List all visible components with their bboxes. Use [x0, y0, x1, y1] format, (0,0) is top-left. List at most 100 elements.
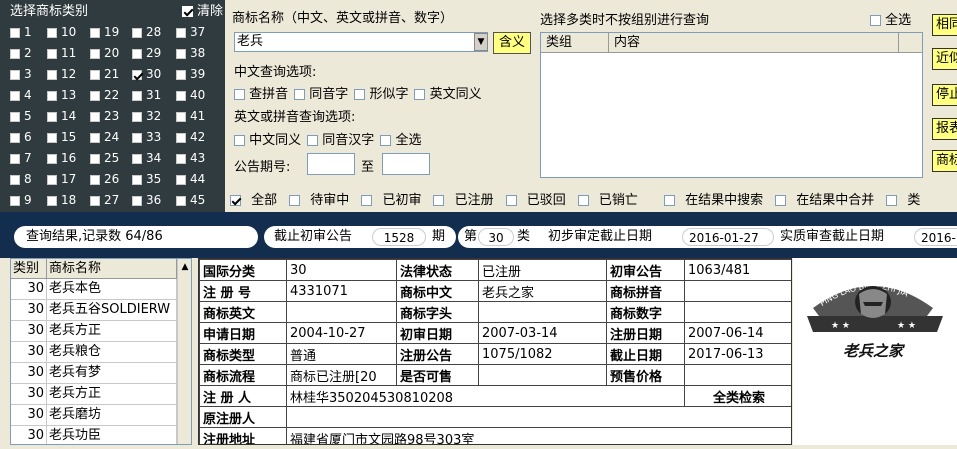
class-check-icon[interactable]	[132, 132, 142, 143]
class-check-icon[interactable]	[47, 174, 57, 185]
class-checkbox[interactable]: 31	[132, 85, 172, 106]
class-check-icon[interactable]	[47, 27, 57, 38]
class-checkbox[interactable]: 3	[10, 64, 50, 85]
class-check-icon[interactable]	[176, 153, 186, 164]
clear-checkbox[interactable]: 清除	[181, 0, 223, 19]
cn-option[interactable]: 英文同义	[414, 87, 482, 102]
class-check-icon[interactable]	[47, 90, 57, 101]
filter-check-icon[interactable]	[230, 195, 241, 206]
class-checkbox[interactable]: 12	[47, 64, 87, 85]
class-check-icon[interactable]	[132, 69, 142, 80]
filter-check-icon[interactable]	[433, 195, 445, 206]
class-checkbox[interactable]: 22	[90, 85, 130, 106]
class-check-icon[interactable]	[10, 132, 20, 143]
multi-list[interactable]: 类组 内容	[540, 32, 923, 178]
cn-check-icon[interactable]	[354, 89, 366, 100]
right-action-button[interactable]: 停止	[932, 84, 957, 106]
class-check-icon[interactable]	[132, 27, 142, 38]
class-checkbox[interactable]: 11	[47, 43, 87, 64]
period-from-input[interactable]	[307, 153, 355, 175]
class-checkbox[interactable]: 14	[47, 106, 87, 127]
cn-option[interactable]: 同音字	[294, 87, 348, 102]
meaning-button[interactable]: 含义	[493, 32, 531, 54]
status-filter[interactable]: 在结果中合并	[775, 193, 880, 208]
list-item[interactable]: 30 老兵五谷SOLDIERW	[11, 300, 191, 321]
class-checkbox[interactable]: 17	[47, 169, 87, 190]
class-checkbox[interactable]: 32	[132, 106, 172, 127]
class-check-icon[interactable]	[10, 90, 20, 101]
col-name[interactable]: 商标名称	[47, 259, 177, 278]
filter-check-icon[interactable]	[361, 195, 373, 206]
class-check-icon[interactable]	[176, 111, 186, 122]
cn-check-icon[interactable]	[414, 89, 426, 100]
class-checkbox[interactable]: 43	[176, 148, 216, 169]
class-check-icon[interactable]	[90, 195, 100, 206]
class-check-icon[interactable]	[10, 48, 20, 59]
clear-check-icon[interactable]	[181, 6, 193, 17]
all-class-search-button[interactable]: 全类检索	[684, 385, 791, 407]
class-checkbox[interactable]: 16	[47, 148, 87, 169]
class-check-icon[interactable]	[132, 195, 142, 206]
class-checkbox[interactable]: 6	[10, 127, 50, 148]
class-checkbox[interactable]: 20	[90, 43, 130, 64]
list-item[interactable]: 30 老兵方正	[11, 321, 191, 342]
right-action-button[interactable]: 相同	[932, 14, 957, 36]
class-check-icon[interactable]	[90, 132, 100, 143]
class-checkbox[interactable]: 33	[132, 127, 172, 148]
class-check-icon[interactable]	[176, 195, 186, 206]
status-filter[interactable]: 已初审	[361, 193, 427, 208]
list-item[interactable]: 30 老兵粮仓	[11, 342, 191, 363]
class-checkbox[interactable]: 42	[176, 127, 216, 148]
class-check-icon[interactable]	[10, 195, 20, 206]
class-check-icon[interactable]	[47, 69, 57, 80]
class-check-icon[interactable]	[90, 48, 100, 59]
class-check-icon[interactable]	[47, 132, 57, 143]
status-filter[interactable]: 已销亡	[577, 193, 644, 208]
list-item[interactable]: 30 老兵有梦	[11, 363, 191, 384]
class-check-icon[interactable]	[176, 48, 186, 59]
class-checkbox[interactable]: 7	[10, 148, 50, 169]
status-filter[interactable]: 已驳回	[505, 193, 572, 208]
class-check-icon[interactable]	[90, 111, 100, 122]
class-checkbox[interactable]: 9	[10, 190, 50, 211]
class-checkbox[interactable]: 40	[176, 85, 216, 106]
list-item[interactable]: 30 老兵方正	[11, 384, 191, 405]
filter-check-icon[interactable]	[289, 195, 301, 206]
scroll-up-icon[interactable]: ▲	[178, 259, 191, 275]
class-check-icon[interactable]	[176, 90, 186, 101]
class-check-icon[interactable]	[10, 111, 20, 122]
select-all-check-icon[interactable]	[870, 15, 881, 26]
class-checkbox[interactable]: 23	[90, 106, 130, 127]
cn-check-icon[interactable]	[294, 89, 306, 100]
class-check-icon[interactable]	[132, 90, 142, 101]
class-checkbox[interactable]: 8	[10, 169, 50, 190]
class-checkbox[interactable]: 4	[10, 85, 50, 106]
filter-check-icon[interactable]	[505, 195, 517, 206]
class-checkbox[interactable]: 26	[90, 169, 130, 190]
class-check-icon[interactable]	[47, 48, 57, 59]
class-check-icon[interactable]	[47, 111, 57, 122]
class-checkbox[interactable]: 21	[90, 64, 130, 85]
en-check-icon[interactable]	[234, 135, 245, 146]
class-checkbox[interactable]: 25	[90, 148, 130, 169]
class-checkbox[interactable]: 35	[132, 169, 172, 190]
name-input[interactable]: 老兵	[234, 32, 488, 52]
cn-option[interactable]: 查拼音	[234, 87, 288, 102]
class-checkbox[interactable]: 13	[47, 85, 87, 106]
class-check-icon[interactable]	[132, 111, 142, 122]
en-option[interactable]: 全选	[380, 133, 421, 148]
class-checkbox[interactable]: 18	[47, 190, 87, 211]
class-checkbox[interactable]: 29	[132, 43, 172, 64]
class-checkbox[interactable]: 10	[47, 22, 87, 43]
class-checkbox[interactable]: 45	[176, 190, 216, 211]
en-option[interactable]: 中文同义	[234, 133, 301, 148]
class-check-icon[interactable]	[176, 27, 186, 38]
cn-check-icon[interactable]	[234, 89, 245, 100]
class-check-icon[interactable]	[10, 27, 20, 38]
class-check-icon[interactable]	[90, 27, 100, 38]
class-checkbox[interactable]: 28	[132, 22, 172, 43]
class-checkbox[interactable]: 41	[176, 106, 216, 127]
class-check-icon[interactable]	[47, 153, 57, 164]
right-action-button[interactable]: 近似	[932, 48, 957, 70]
class-checkbox[interactable]: 2	[10, 43, 50, 64]
